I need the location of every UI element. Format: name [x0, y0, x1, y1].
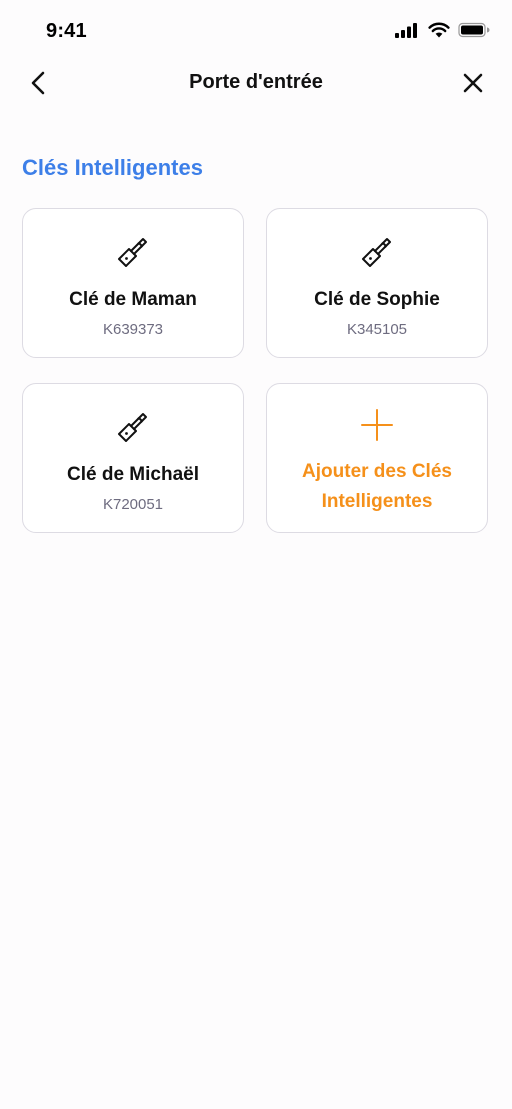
- wifi-icon: [428, 22, 450, 38]
- key-code: K345105: [346, 321, 408, 338]
- cellular-signal-icon: [395, 23, 417, 38]
- section-title: Clés Intelligentes: [22, 155, 203, 180]
- key-card-maman[interactable]: Clé de Maman K639373: [22, 208, 244, 358]
- page-title: Porte d'entrée: [189, 71, 323, 93]
- key-icon: [362, 238, 391, 267]
- key-icon: [118, 238, 147, 267]
- status-bar: 9:41: [0, 0, 512, 60]
- key-name: Clé de Sophie: [314, 289, 440, 310]
- close-icon: [463, 73, 483, 93]
- add-smart-keys-button[interactable]: Ajouter des Clés Intelligentes: [266, 383, 488, 533]
- key-name: Clé de Maman: [69, 289, 197, 310]
- key-code: K720051: [102, 496, 164, 513]
- battery-icon: [458, 22, 490, 38]
- key-card-sophie[interactable]: Clé de Sophie K345105: [266, 208, 488, 358]
- key-code: K639373: [102, 321, 164, 338]
- status-icons: [394, 22, 490, 38]
- add-smart-keys-label: Ajouter des Clés Intelligentes: [302, 461, 452, 512]
- nav-bar: Porte d'entrée: [0, 60, 512, 106]
- key-icon: [118, 413, 147, 442]
- key-name: Clé de Michaël: [67, 464, 199, 485]
- key-card-michael[interactable]: Clé de Michaël K720051: [22, 383, 244, 533]
- status-time: 9:41: [46, 20, 87, 42]
- close-button[interactable]: [460, 70, 486, 96]
- plus-icon: [361, 409, 393, 441]
